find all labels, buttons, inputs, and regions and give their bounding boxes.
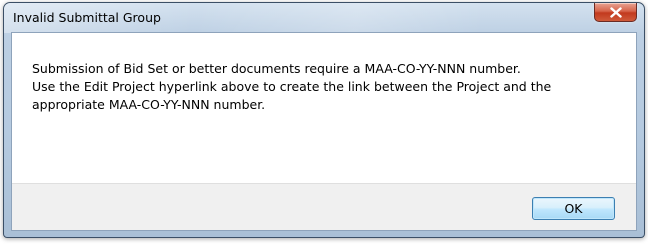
close-icon [610, 7, 622, 18]
dialog-window: Invalid Submittal Group Submission of Bi… [3, 2, 645, 238]
message-line: Use the Edit Project hyperlink above to … [32, 79, 552, 94]
button-bar: OK [12, 183, 636, 230]
ok-button[interactable]: OK [532, 197, 615, 220]
close-button[interactable] [594, 3, 637, 22]
message-line: Submission of Bid Set or better document… [32, 61, 521, 76]
message-line: appropriate MAA-CO-YY-NNN number. [32, 97, 266, 112]
dialog-content: Submission of Bid Set or better document… [11, 32, 637, 231]
title-bar[interactable]: Invalid Submittal Group [4, 3, 644, 33]
dialog-title: Invalid Submittal Group [13, 10, 161, 25]
message-text: Submission of Bid Set or better document… [32, 60, 628, 114]
